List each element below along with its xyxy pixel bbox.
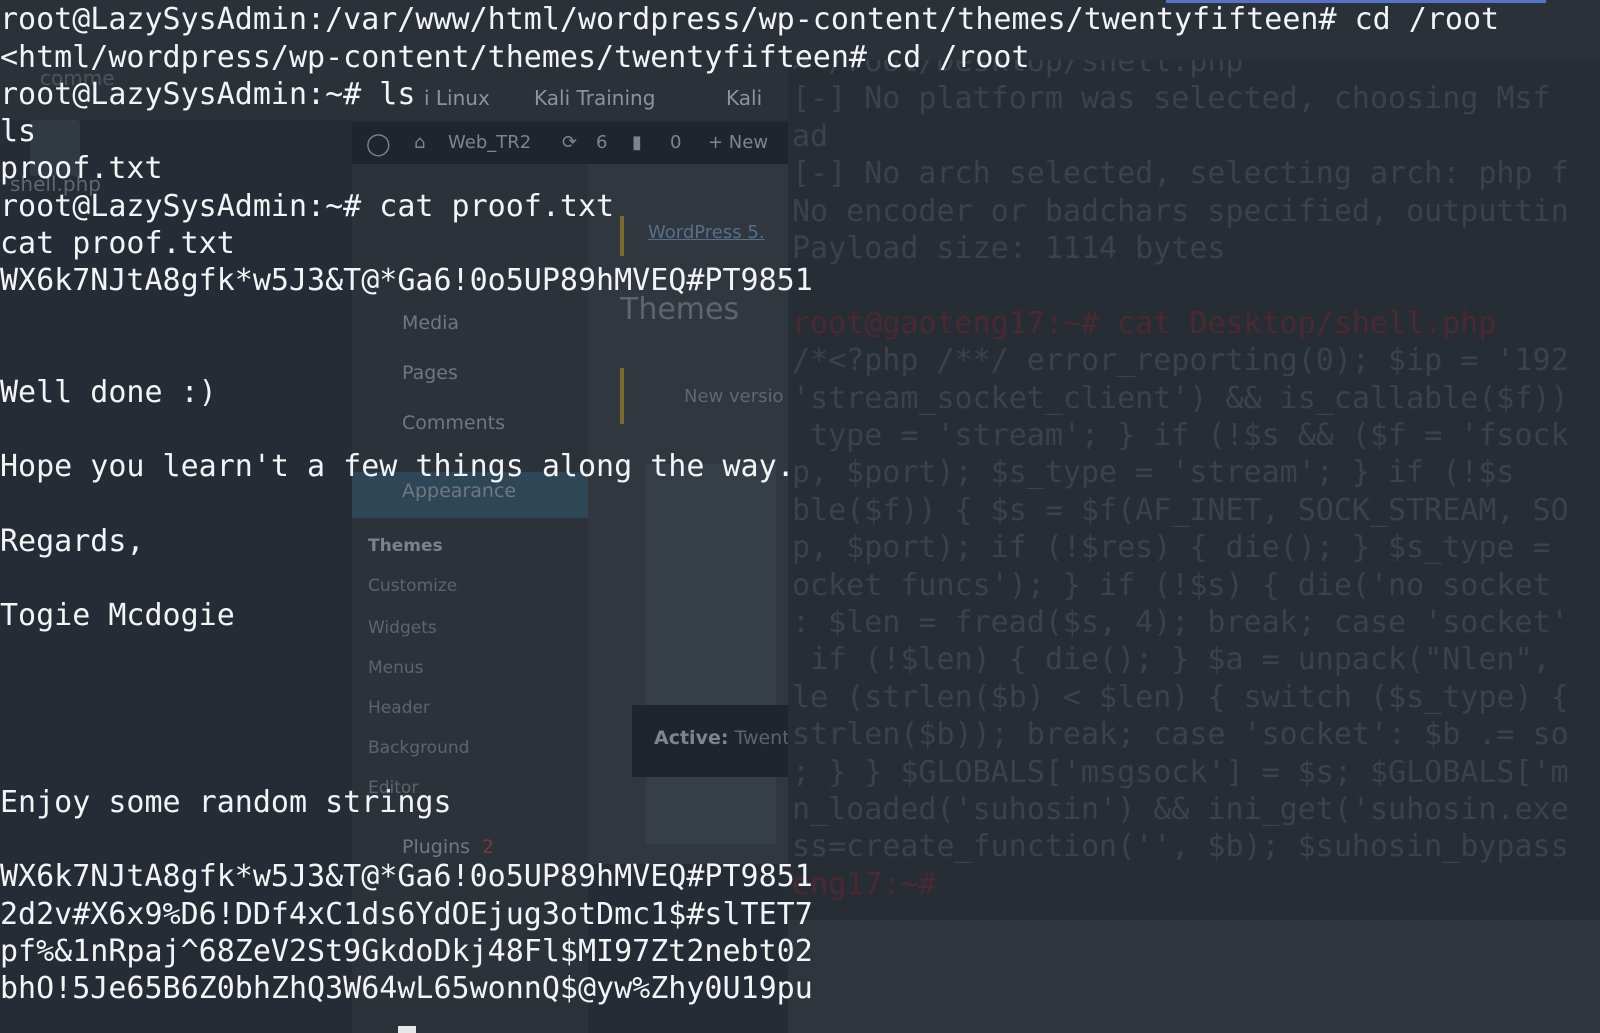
terminal-line: Well done :) — [0, 375, 217, 410]
flag-string: WX6k7NJtA8gfk*w5J3&T@*Ga6!0o5UP89hMVEQ#P… — [0, 263, 813, 298]
terminal-line: Enjoy some random strings — [0, 785, 452, 820]
random-string-line: pf%&1nRpaj^68ZeV2St9GkdoDkj48Fl$MI97Zt2n… — [0, 934, 813, 969]
terminal-line: root@LazySysAdmin:~# cat proof.txt — [0, 189, 615, 224]
terminal-line: ls — [0, 114, 37, 149]
terminal-cursor — [398, 1026, 416, 1033]
terminal-line: cat proof.txt — [0, 226, 235, 261]
terminal-line: root@LazySysAdmin:/var/www/html/wordpres… — [0, 2, 1500, 37]
terminal-line: Hope you learn't a few things along the … — [0, 449, 795, 484]
random-string-line: bhO!5Je65B6Z0bhZhQ3W64wL65wonnQ$@yw%Zhy0… — [0, 971, 813, 1006]
terminal-line: Regards, — [0, 524, 145, 559]
random-string-line: 2d2v#X6x9%D6!DDf4xC1ds6YdOEjug3otDmc1$#s… — [0, 897, 813, 932]
random-string-line: WX6k7NJtA8gfk*w5J3&T@*Ga6!0o5UP89hMVEQ#P… — [0, 859, 813, 894]
terminal-line: root@LazySysAdmin:~# ls — [0, 77, 416, 112]
terminal-output[interactable]: root@LazySysAdmin:/var/www/html/wordpres… — [0, 0, 1600, 1033]
terminal-line: Togie Mcdogie — [0, 598, 235, 633]
terminal-line: proof.txt — [0, 151, 163, 186]
desktop-screen: comme shell.php i Linux Kali Training Ka… — [0, 0, 1600, 1033]
terminal-line: <html/wordpress/wp-content/themes/twenty… — [0, 40, 1030, 75]
